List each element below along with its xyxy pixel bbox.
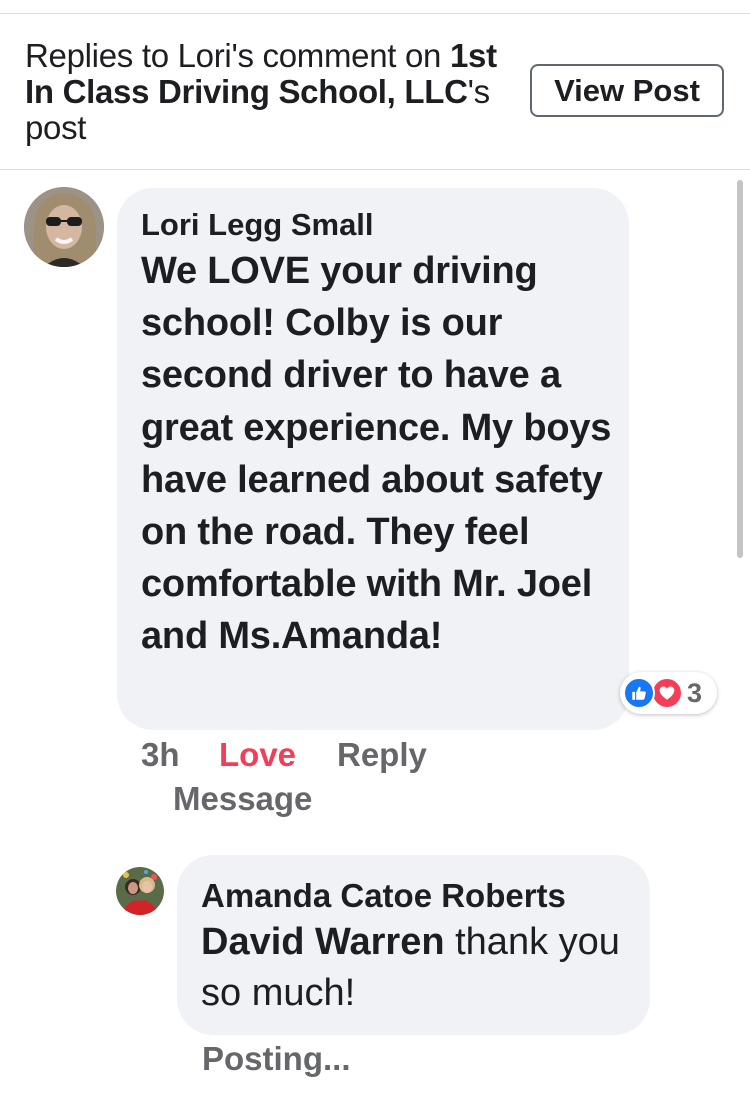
like-icon: [623, 677, 655, 709]
reply-text: David Warren thank you so much!: [201, 917, 641, 1019]
comment-author-name[interactable]: Lori Legg Small: [141, 205, 629, 245]
message-button[interactable]: Message: [173, 780, 312, 818]
reply-author-name[interactable]: Amanda Catoe Roberts: [201, 875, 650, 917]
love-icon: [651, 677, 683, 709]
view-post-button[interactable]: View Post: [530, 64, 724, 117]
posting-status: Posting...: [202, 1040, 351, 1077]
avatar-photo: [24, 187, 104, 267]
page-title: Replies to Lori's comment on 1st In Clas…: [25, 38, 505, 146]
reaction-count: 3: [687, 678, 703, 708]
scrollbar[interactable]: [737, 180, 743, 558]
avatar[interactable]: [24, 187, 104, 267]
reply-bubble: Amanda Catoe Roberts David Warren thank …: [177, 855, 650, 1035]
reply-avatar-photo: [116, 867, 164, 915]
reply-button[interactable]: Reply: [337, 736, 427, 774]
mention-link[interactable]: David Warren: [201, 921, 445, 963]
title-prefix: Replies to Lori's comment on: [25, 37, 450, 74]
reactions-summary[interactable]: 3: [620, 672, 717, 714]
comment-text: We LOVE your driving school! Colby is ou…: [141, 250, 612, 658]
replies-header: Replies to Lori's comment on 1st In Clas…: [0, 14, 750, 170]
love-reaction-button[interactable]: Love: [219, 736, 296, 774]
comment-timestamp[interactable]: 3h: [141, 736, 180, 774]
comment-bubble: Lori Legg Small We LOVE your driving sch…: [117, 188, 629, 730]
reply-avatar[interactable]: [116, 867, 164, 915]
